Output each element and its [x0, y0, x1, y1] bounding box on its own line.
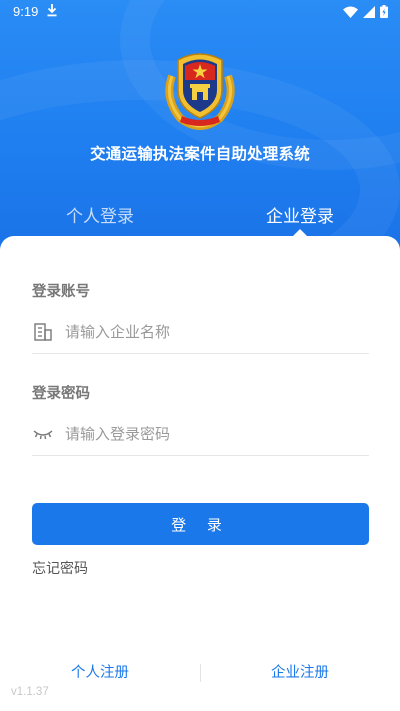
tab-personal-login[interactable]: 个人登录 [0, 202, 200, 227]
signal-icon [363, 5, 375, 18]
password-input[interactable] [65, 424, 369, 443]
police-emblem-icon [165, 53, 235, 130]
app-title: 交通运输执法案件自助处理系统 [90, 145, 310, 163]
eye-closed-icon[interactable] [32, 423, 54, 445]
active-tab-indicator [292, 229, 308, 237]
password-label: 登录密码 [32, 386, 90, 402]
account-label: 登录账号 [32, 284, 90, 300]
tab-enterprise-login[interactable]: 企业登录 [200, 202, 400, 227]
login-card: 登录账号 登录密码 登 录 忘记密码 个人注册 [0, 236, 400, 711]
battery-icon [380, 5, 388, 18]
account-field [32, 310, 369, 354]
forgot-password-link[interactable]: 忘记密码 [32, 558, 88, 578]
download-icon [47, 4, 57, 17]
account-input[interactable] [65, 322, 369, 341]
login-button[interactable]: 登 录 [32, 503, 369, 545]
password-field [32, 412, 369, 456]
version-label: v1.1.37 [11, 686, 49, 698]
wifi-icon [343, 6, 358, 18]
personal-register-link[interactable]: 个人注册 [0, 661, 200, 682]
status-icons [343, 5, 388, 18]
building-icon [32, 321, 54, 343]
status-time: 9:19 [13, 4, 39, 19]
status-bar: 9:19 [0, 0, 400, 24]
enterprise-register-link[interactable]: 企业注册 [200, 661, 400, 682]
